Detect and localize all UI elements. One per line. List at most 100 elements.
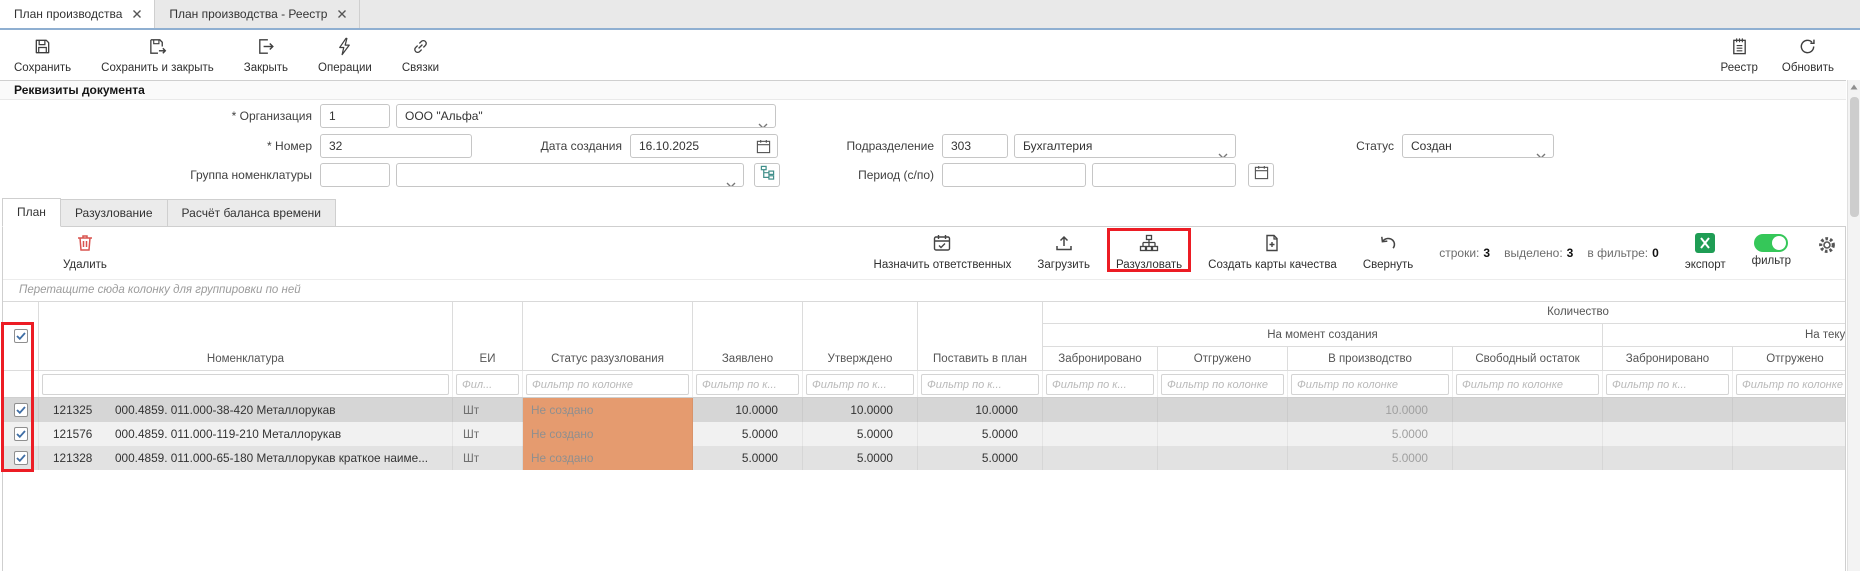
column-header-shipped-current[interactable]: Отгружено [1733, 347, 1845, 370]
column-header-nomenclature[interactable]: Номенклатура [39, 302, 453, 370]
calendar-icon[interactable] [756, 139, 771, 158]
delete-button[interactable]: Удалить [63, 233, 107, 271]
filter-toggle[interactable]: фильтр [1752, 233, 1791, 267]
filter-input-reserved-current[interactable] [1606, 374, 1729, 395]
window-tab-registry[interactable]: План производства - Реестр [155, 0, 360, 28]
select-all-checkbox[interactable] [14, 329, 28, 343]
save-icon [33, 37, 52, 59]
filter-input-nomenclature[interactable] [42, 374, 449, 395]
rows-counter: строки:3 [1439, 246, 1490, 260]
vertical-scrollbar[interactable] [1847, 80, 1860, 571]
operations-button[interactable]: Операции [318, 37, 372, 74]
reserved-creation-cell [1043, 398, 1158, 422]
filter-input-shipped-creation[interactable] [1161, 374, 1284, 395]
filter-input-reserved-creation[interactable] [1046, 374, 1154, 395]
tab-close-icon[interactable] [337, 9, 347, 19]
filter-input-in-production[interactable] [1291, 374, 1449, 395]
close-button[interactable]: Закрыть [244, 37, 288, 74]
filter-input-declared[interactable] [696, 374, 799, 395]
filter-input-shipped-current[interactable] [1736, 374, 1845, 395]
save-button[interactable]: Сохранить [14, 37, 71, 74]
table-row[interactable]: 121325000.4859. 011.000-38-420 Металлору… [3, 398, 1845, 422]
tab-unravel[interactable]: Разузлование [61, 199, 168, 227]
column-header-shipped-creation[interactable]: Отгружено [1158, 347, 1288, 370]
registry-button[interactable]: Реестр [1721, 37, 1758, 74]
row-checkbox[interactable] [14, 403, 28, 417]
main-toolbar: Сохранить Сохранить и закрыть Закрыть Оп… [0, 32, 1846, 79]
organization-code-field[interactable]: 1 [320, 104, 390, 128]
filter-icon[interactable] [1754, 234, 1788, 252]
filter-input-free-rest[interactable] [1456, 374, 1599, 395]
shipped-creation-cell [1158, 422, 1288, 446]
filter-input-to-plan[interactable] [921, 374, 1039, 395]
refresh-button[interactable]: Обновить [1782, 37, 1834, 74]
column-header-reserved-creation[interactable]: Забронировано [1043, 347, 1158, 370]
chevron-down-icon [726, 173, 736, 187]
status-select[interactable]: Создан [1402, 134, 1554, 158]
nomenclature-tree-button[interactable] [754, 163, 780, 187]
load-button[interactable]: Загрузить [1037, 233, 1090, 271]
column-header-in-production[interactable]: В производство [1288, 347, 1453, 370]
shipped-creation-cell [1158, 398, 1288, 422]
department-select[interactable]: Бухгалтерия [1014, 134, 1236, 158]
select-all-cell[interactable] [3, 302, 39, 370]
table-row[interactable]: 121576000.4859. 011.000-119-210 Металлор… [3, 422, 1845, 446]
create-quality-maps-button[interactable]: Создать карты качества [1208, 233, 1337, 271]
load-icon [1054, 233, 1074, 256]
column-header-declared[interactable]: Заявлено [693, 302, 803, 370]
links-icon [411, 37, 430, 59]
row-checkbox[interactable] [14, 451, 28, 465]
status-badge: Не создано [523, 422, 693, 446]
assign-responsible-button[interactable]: Назначить ответственных [874, 233, 1012, 271]
status-label: Статус [1256, 134, 1394, 158]
filter-input-approved[interactable] [806, 374, 914, 395]
unravel-button[interactable]: Разузловать [1116, 233, 1182, 271]
reserved-current-cell [1603, 422, 1733, 446]
row-checkbox[interactable] [14, 427, 28, 441]
table-row[interactable]: 121328000.4859. 011.000-65-180 Металлору… [3, 446, 1845, 470]
links-button[interactable]: Связки [402, 37, 439, 74]
nomenclature-group-label: Группа номенклатуры [60, 163, 312, 187]
tab-close-icon[interactable] [132, 9, 142, 19]
creation-date-field[interactable]: 16.10.2025 [630, 134, 778, 158]
number-field[interactable]: 32 [320, 134, 472, 158]
collapse-button[interactable]: Свернуть [1363, 233, 1413, 271]
scrollbar-thumb[interactable] [1850, 97, 1859, 217]
tab-time-balance[interactable]: Расчёт баланса времени [168, 199, 336, 227]
nomenclature-group-select[interactable] [396, 163, 744, 187]
calendar-icon [1254, 165, 1269, 185]
period-calendar-button[interactable] [1248, 163, 1274, 187]
period-from-field[interactable] [942, 163, 1086, 187]
column-header-status[interactable]: Статус разузлования [523, 302, 693, 370]
approved-cell: 5.0000 [803, 446, 918, 470]
settings-button[interactable] [1817, 235, 1837, 258]
column-header-reserved-current[interactable]: Забронировано [1603, 347, 1733, 370]
save-close-icon [148, 37, 167, 59]
in-production-cell: 5.0000 [1288, 422, 1453, 446]
grid-filter-row [3, 370, 1845, 398]
assign-icon [932, 233, 952, 256]
period-to-field[interactable] [1092, 163, 1236, 187]
row-select-cell[interactable] [3, 422, 39, 446]
window-tab-plan[interactable]: План производства [0, 0, 155, 28]
department-code-field[interactable]: 303 [942, 134, 1008, 158]
tab-plan[interactable]: План [2, 198, 61, 227]
organization-select[interactable]: ООО "Альфа" [396, 104, 776, 128]
band-at-creation: На момент создания [1043, 324, 1603, 346]
column-header-free-rest[interactable]: Свободный остаток [1453, 347, 1603, 370]
filter-input-status[interactable] [526, 374, 689, 395]
filter-input-unit[interactable] [456, 374, 519, 395]
status-badge: Не создано [523, 446, 693, 470]
column-header-to-plan[interactable]: Поставить в план [918, 302, 1043, 370]
row-select-cell[interactable] [3, 446, 39, 470]
quality-icon [1262, 233, 1282, 256]
export-button[interactable]: экспорт [1685, 233, 1726, 271]
scroll-up-icon[interactable] [1848, 80, 1860, 94]
column-header-approved[interactable]: Утверждено [803, 302, 918, 370]
nomenclature-group-code-field[interactable] [320, 163, 390, 187]
column-header-unit[interactable]: ЕИ [453, 302, 523, 370]
document-tabs: План Разузлование Расчёт баланса времени [2, 198, 336, 227]
save-close-button[interactable]: Сохранить и закрыть [101, 37, 214, 74]
nomenclature-cell: 121328000.4859. 011.000-65-180 Металлору… [39, 446, 453, 470]
row-select-cell[interactable] [3, 398, 39, 422]
